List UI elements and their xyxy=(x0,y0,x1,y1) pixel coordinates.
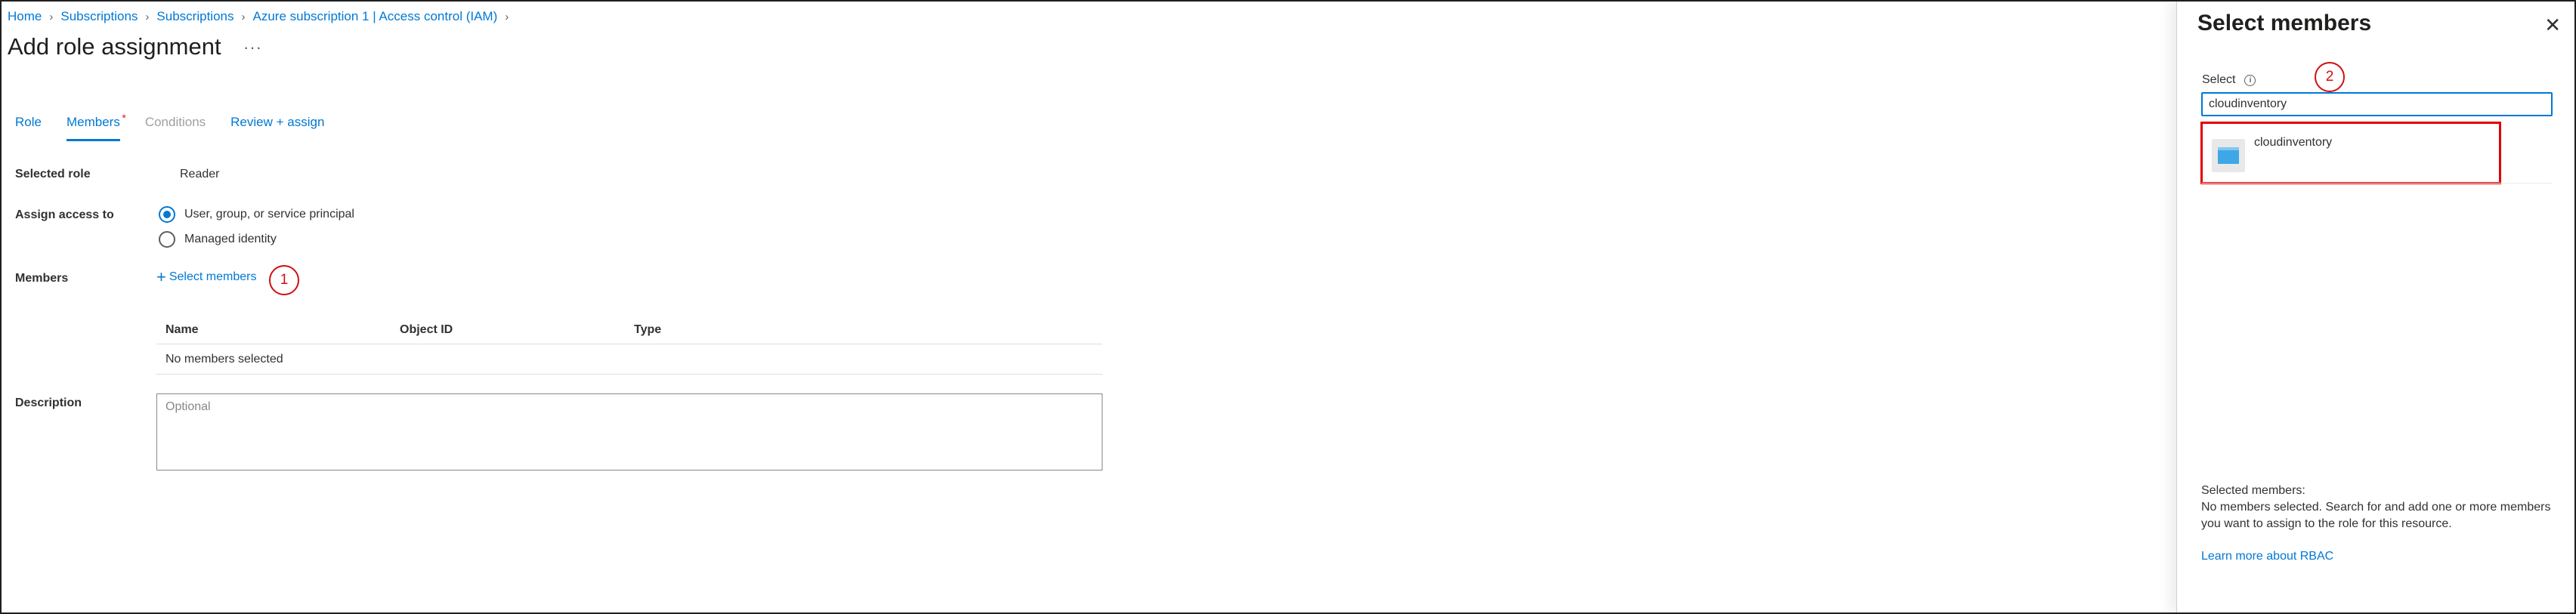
select-field-label: Select i xyxy=(2202,73,2256,87)
panel-title: Select members xyxy=(2197,11,2372,35)
members-table: Name Object ID Type No members selected xyxy=(156,316,1102,375)
radio-checked-icon[interactable] xyxy=(159,206,175,223)
info-icon[interactable]: i xyxy=(2244,74,2256,86)
select-members-link-label: Select members xyxy=(169,270,257,283)
step-callout-2: 2 xyxy=(2315,62,2345,92)
members-label: Members xyxy=(15,272,69,285)
close-icon[interactable]: ✕ xyxy=(2544,14,2561,37)
required-indicator-icon: * xyxy=(122,112,126,124)
breadcrumb-iam[interactable]: Azure subscription 1 | Access control (I… xyxy=(252,9,497,24)
select-label-text: Select xyxy=(2202,73,2236,86)
column-header-name: Name xyxy=(165,322,199,336)
assign-access-label: Assign access to xyxy=(15,208,114,221)
radio-user-group-sp-label: User, group, or service principal xyxy=(184,208,354,221)
breadcrumb-home[interactable]: Home xyxy=(8,9,42,24)
result-highlight-box xyxy=(2200,122,2501,184)
radio-managed-identity-label: Managed identity xyxy=(184,233,277,245)
radio-user-group-sp[interactable]: User, group, or service principal xyxy=(159,206,354,223)
selected-role-label: Selected role xyxy=(15,168,91,180)
breadcrumb-subscriptions-2[interactable]: Subscriptions xyxy=(156,9,233,24)
page-title: Add role assignment xyxy=(8,33,221,60)
plus-icon: + xyxy=(156,267,166,286)
select-members-link[interactable]: + Select members xyxy=(156,269,256,285)
chevron-right-icon: › xyxy=(505,10,509,23)
tab-members-label: Members xyxy=(66,115,120,129)
more-options-icon[interactable]: ··· xyxy=(243,38,262,57)
tab-conditions: Conditions xyxy=(144,115,206,129)
breadcrumb-subscriptions[interactable]: Subscriptions xyxy=(60,9,138,24)
chevron-right-icon: › xyxy=(145,10,150,23)
radio-managed-identity[interactable]: Managed identity xyxy=(159,231,277,248)
chevron-right-icon: › xyxy=(49,10,54,23)
selected-members-text: No members selected. Search for and add … xyxy=(2201,501,2551,530)
column-header-type: Type xyxy=(634,322,662,336)
chevron-right-icon: › xyxy=(241,10,246,23)
table-header: Name Object ID Type xyxy=(156,316,1102,344)
step-callout-1: 1 xyxy=(269,265,299,295)
selected-members-info: Selected members: No members selected. S… xyxy=(2201,483,2556,532)
member-search-input[interactable] xyxy=(2201,92,2553,116)
breadcrumb: Home › Subscriptions › Subscriptions › A… xyxy=(8,9,516,24)
wizard-tabs: Role Members * Conditions Review + assig… xyxy=(15,112,349,141)
selected-members-heading: Selected members: xyxy=(2201,484,2305,497)
column-header-object-id: Object ID xyxy=(400,322,453,336)
tab-members[interactable]: Members * xyxy=(66,112,126,141)
select-members-panel: Select members ✕ Select i 2 cloudinvento… xyxy=(2176,2,2574,612)
tab-review-assign[interactable]: Review + assign xyxy=(230,115,324,141)
table-empty-row: No members selected xyxy=(156,344,1102,375)
description-textarea[interactable]: Optional xyxy=(156,393,1102,471)
tab-role[interactable]: Role xyxy=(15,115,42,141)
selected-role-value: Reader xyxy=(180,168,220,180)
divider xyxy=(2201,183,2553,184)
learn-more-rbac-link[interactable]: Learn more about RBAC xyxy=(2201,550,2333,563)
description-label: Description xyxy=(15,396,82,409)
radio-unchecked-icon[interactable] xyxy=(159,231,175,248)
